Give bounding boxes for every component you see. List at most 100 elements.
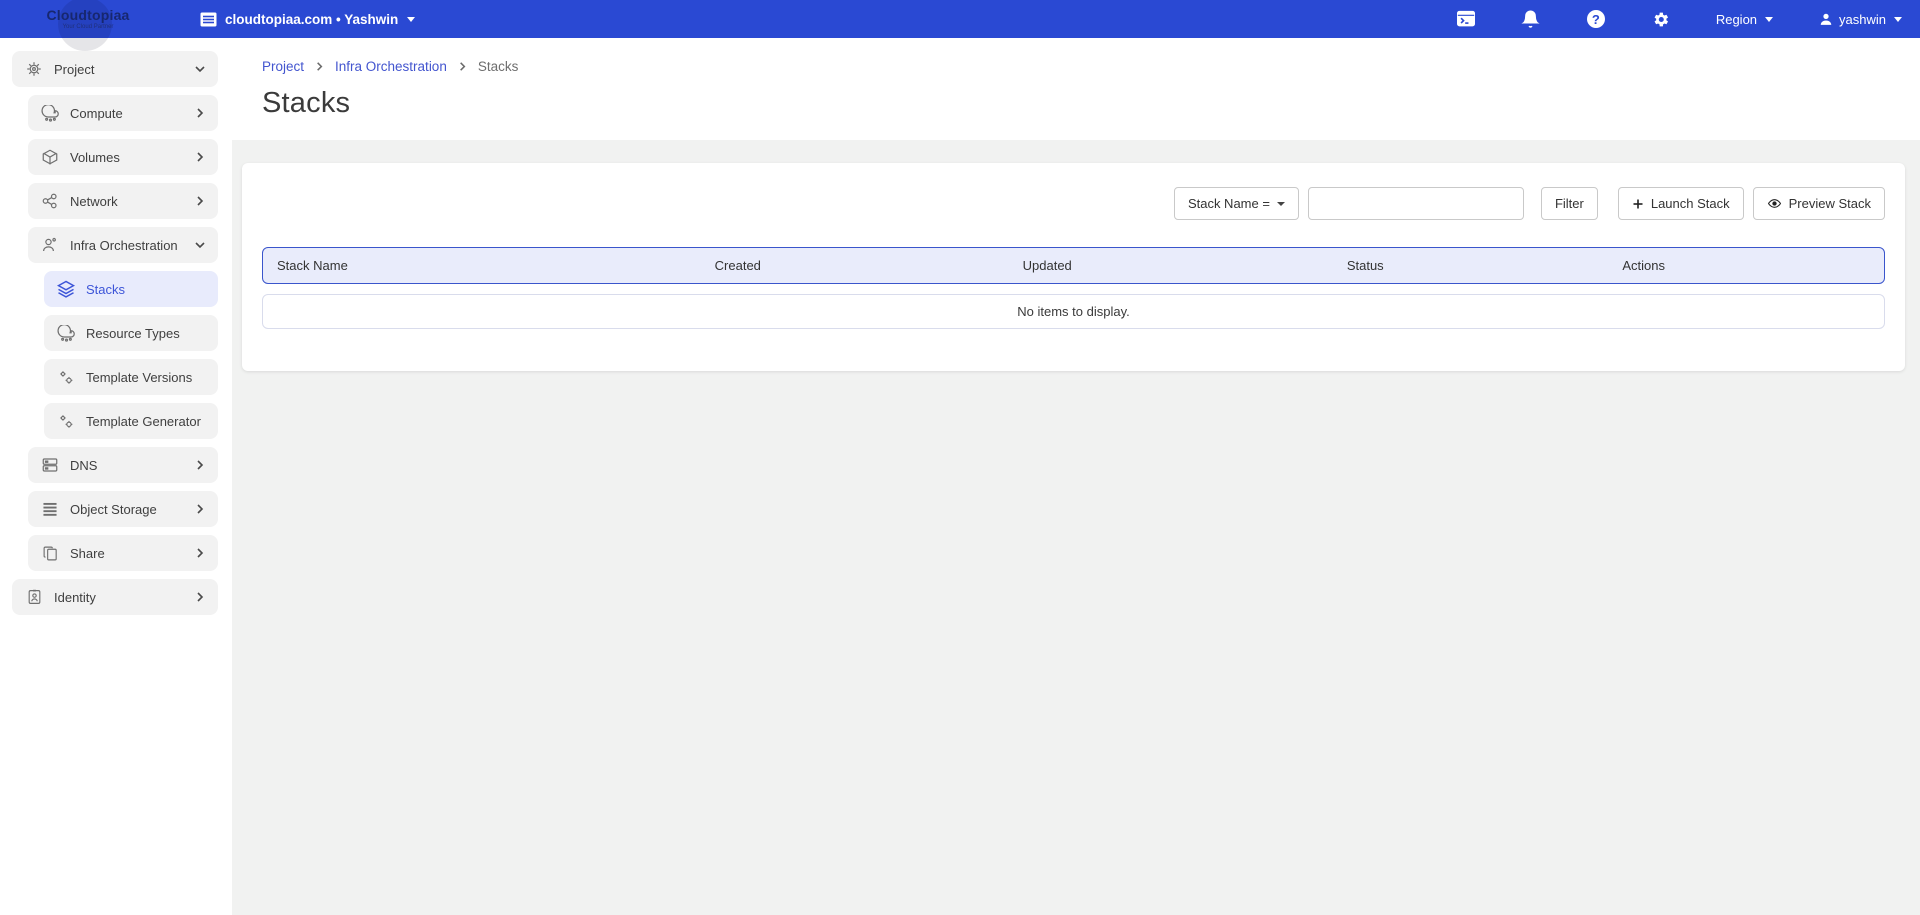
gear-icon[interactable]	[1651, 9, 1671, 29]
sidebar-item-label: Resource Types	[86, 326, 206, 341]
gears-icon	[56, 411, 76, 431]
chevron-down-icon	[407, 17, 415, 22]
stacks-table: Stack Name Created Updated Status Action…	[262, 247, 1885, 329]
bell-icon[interactable]	[1521, 9, 1541, 29]
sidebar-item-compute[interactable]: Compute	[28, 95, 218, 131]
chevron-right-icon	[194, 459, 206, 471]
sidebar-item-label: Template Generator	[86, 414, 206, 429]
cloud-icon	[40, 103, 60, 123]
cube-icon	[40, 147, 60, 167]
sidebar-item-label: Template Versions	[86, 370, 206, 385]
region-dropdown[interactable]: Region	[1716, 12, 1773, 27]
sidebar-item-infra-orchestration[interactable]: Infra Orchestration	[28, 227, 218, 263]
breadcrumb-current: Stacks	[478, 59, 519, 74]
brand-tagline: Your Cloud Partner	[24, 24, 152, 30]
chevron-down-icon	[194, 239, 206, 251]
chevron-right-icon	[194, 503, 206, 515]
region-label: Region	[1716, 12, 1757, 27]
page-header: Project Infra Orchestration Stacks Stack…	[232, 38, 1920, 140]
column-header-created[interactable]: Created	[701, 258, 1009, 273]
sidebar-item-identity[interactable]: Identity	[12, 579, 218, 615]
content-area: Stack Name = Filter Launch Stack Prev	[232, 140, 1920, 915]
stacks-panel: Stack Name = Filter Launch Stack Prev	[242, 163, 1905, 371]
column-header-actions: Actions	[1608, 258, 1884, 273]
brand-name: Cloudtopiaa	[24, 8, 152, 22]
table-header-row: Stack Name Created Updated Status Action…	[262, 247, 1885, 284]
list-icon	[40, 499, 60, 519]
preview-stack-button[interactable]: Preview Stack	[1753, 187, 1885, 220]
window-list-icon	[198, 9, 218, 29]
preview-stack-label: Preview Stack	[1789, 196, 1871, 211]
sidebar-item-label: Network	[70, 194, 184, 209]
chevron-right-icon	[314, 61, 325, 72]
username-label: yashwin	[1839, 12, 1886, 27]
sidebar-item-label: Project	[54, 62, 184, 77]
filter-search-input[interactable]	[1308, 187, 1524, 220]
sidebar-item-label: Stacks	[86, 282, 206, 297]
sidebar-item-label: Object Storage	[70, 502, 184, 517]
context-label: cloudtopiaa.com • Yashwin	[225, 12, 398, 27]
filter-button-label: Filter	[1555, 196, 1584, 211]
column-header-status[interactable]: Status	[1333, 258, 1609, 273]
help-icon[interactable]: ?	[1586, 9, 1606, 29]
page-title: Stacks	[262, 87, 1892, 120]
topbar: Cloudtopiaa Your Cloud Partner cloudtopi…	[0, 0, 1920, 38]
filter-button[interactable]: Filter	[1541, 187, 1598, 220]
gears-icon	[56, 367, 76, 387]
sidebar-item-resource-types[interactable]: Resource Types	[44, 315, 218, 351]
pages-icon	[40, 543, 60, 563]
chevron-down-icon	[1765, 17, 1773, 22]
sidebar-item-dns[interactable]: DNS	[28, 447, 218, 483]
chevron-right-icon	[457, 61, 468, 72]
cloud-icon	[56, 323, 76, 343]
table-toolbar: Stack Name = Filter Launch Stack Prev	[262, 187, 1885, 220]
sidebar-nav: Project Compute Volumes Network	[0, 38, 232, 915]
brand-logo[interactable]: Cloudtopiaa Your Cloud Partner	[24, 8, 152, 30]
sidebar-item-label: Volumes	[70, 150, 184, 165]
sidebar-item-stacks[interactable]: Stacks	[44, 271, 218, 307]
column-header-updated[interactable]: Updated	[1009, 258, 1333, 273]
sidebar-item-share[interactable]: Share	[28, 535, 218, 571]
console-icon[interactable]	[1456, 9, 1476, 29]
sidebar-item-label: Identity	[54, 590, 184, 605]
sidebar-item-volumes[interactable]: Volumes	[28, 139, 218, 175]
breadcrumb: Project Infra Orchestration Stacks	[262, 59, 1892, 74]
empty-state-message: No items to display.	[1017, 304, 1129, 319]
breadcrumb-link-infra-orchestration[interactable]: Infra Orchestration	[335, 59, 447, 74]
chevron-down-icon	[1277, 202, 1285, 206]
user-dropdown[interactable]: yashwin	[1818, 12, 1902, 27]
sidebar-item-label: Share	[70, 546, 184, 561]
eye-icon	[1767, 197, 1782, 210]
sidebar-item-network[interactable]: Network	[28, 183, 218, 219]
plus-icon	[1632, 198, 1644, 210]
question-mark: ?	[1587, 10, 1605, 28]
chevron-right-icon	[194, 151, 206, 163]
breadcrumb-link-project[interactable]: Project	[262, 59, 304, 74]
sidebar-item-label: Compute	[70, 106, 184, 121]
chevron-down-icon	[194, 63, 206, 75]
main-area: Project Infra Orchestration Stacks Stack…	[232, 38, 1920, 915]
user-icon	[1818, 12, 1833, 27]
topbar-actions: ? Region yashwin	[1456, 9, 1902, 29]
chevron-right-icon	[194, 547, 206, 559]
sidebar-item-project[interactable]: Project	[12, 51, 218, 87]
chevron-right-icon	[194, 591, 206, 603]
sidebar-item-label: DNS	[70, 458, 184, 473]
chevron-right-icon	[194, 195, 206, 207]
project-context-dropdown[interactable]: cloudtopiaa.com • Yashwin	[198, 9, 415, 29]
server-icon	[40, 455, 60, 475]
launch-stack-button[interactable]: Launch Stack	[1618, 187, 1744, 220]
sidebar-item-template-generator[interactable]: Template Generator	[44, 403, 218, 439]
orchestration-icon	[40, 235, 60, 255]
chevron-right-icon	[194, 107, 206, 119]
column-header-stack-name[interactable]: Stack Name	[263, 258, 701, 273]
launch-stack-label: Launch Stack	[1651, 196, 1730, 211]
gear-icon	[24, 59, 44, 79]
sidebar-item-template-versions[interactable]: Template Versions	[44, 359, 218, 395]
sidebar-item-object-storage[interactable]: Object Storage	[28, 491, 218, 527]
empty-state-row: No items to display.	[262, 294, 1885, 329]
filter-field-dropdown[interactable]: Stack Name =	[1174, 187, 1299, 220]
id-badge-icon	[24, 587, 44, 607]
chevron-down-icon	[1894, 17, 1902, 22]
layers-icon	[56, 279, 76, 299]
